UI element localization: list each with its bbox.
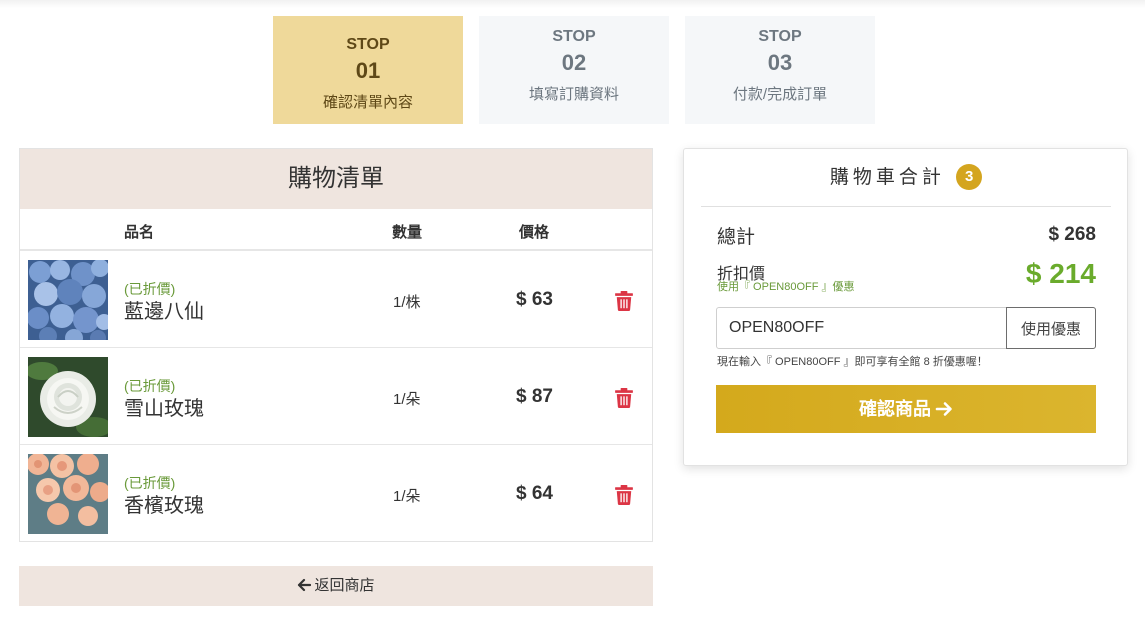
back-to-shop-button[interactable]: 返回商店	[19, 566, 653, 606]
step-text: 填寫訂購資料	[528, 86, 619, 103]
step-label: STOP	[758, 28, 802, 45]
cart-table-header: 品名 數量 價格	[20, 209, 652, 251]
confirm-label: 確認商品	[859, 399, 931, 419]
product-price: $ 63	[516, 289, 553, 310]
summary-title-text: 購物車合計	[829, 167, 945, 188]
total-label: 總計	[717, 227, 756, 248]
step-3: STOP 03 付款/完成訂單	[685, 16, 875, 124]
product-qty: 1/朵	[393, 488, 421, 505]
total-value: $ 268	[1048, 224, 1096, 245]
product-name: 雪山玫瑰	[124, 398, 204, 420]
arrow-right-icon	[935, 402, 952, 416]
white-rose-photo	[28, 357, 108, 437]
coupon-input[interactable]	[717, 308, 1006, 348]
cart-list: 購物清單 品名 數量 價格 (已折價) 藍邊八仙 1/株 $ 63 (已折價) …	[19, 148, 653, 542]
step-label: STOP	[346, 36, 390, 53]
summary-title: 購物車合計 3	[701, 149, 1111, 207]
apply-coupon-button[interactable]: 使用優惠	[1006, 307, 1096, 349]
coupon-hint: 現在輸入『 OPEN80OFF 』即可享有全館 8 折優惠喔！	[717, 356, 988, 368]
product-qty: 1/株	[393, 294, 421, 311]
step-number: 02	[561, 50, 587, 75]
cart-summary: 購物車合計 3 總計 $ 268 折扣價 使用『 OPEN80OFF 』優惠 $…	[683, 148, 1128, 466]
header-qty: 數量	[392, 224, 423, 241]
cart-count-badge: 3	[956, 164, 983, 190]
trash-icon[interactable]	[615, 388, 633, 408]
step-text: 付款/完成訂單	[732, 86, 828, 103]
cart-row: (已折價) 雪山玫瑰 1/朵 $ 87	[20, 348, 652, 445]
hydrangea-photo	[28, 260, 108, 340]
product-name: 藍邊八仙	[124, 301, 204, 323]
arrow-left-icon	[298, 578, 312, 592]
trash-icon[interactable]	[615, 485, 633, 505]
step-1: STOP 01 確認清單內容	[273, 16, 463, 124]
trash-icon[interactable]	[615, 291, 633, 311]
header-name: 品名	[124, 224, 155, 241]
product-price: $ 64	[516, 483, 553, 504]
step-number: 01	[355, 58, 381, 83]
cart-row: (已折價) 香檳玫瑰 1/朵 $ 64	[20, 445, 652, 542]
back-label: 返回商店	[314, 577, 375, 594]
top-shadow	[0, 0, 1145, 8]
step-label: STOP	[552, 28, 596, 45]
champagne-rose-photo	[28, 454, 108, 534]
step-number: 03	[767, 50, 793, 75]
product-qty: 1/朵	[393, 391, 421, 408]
discount-value: $ 214	[1025, 258, 1096, 289]
step-2: STOP 02 填寫訂購資料	[479, 16, 669, 124]
coupon-group: 使用優惠	[716, 307, 1096, 349]
header-price: 價格	[519, 224, 550, 241]
cart-title: 購物清單	[20, 149, 652, 209]
product-name: 香檳玫瑰	[124, 495, 204, 517]
confirm-products-button[interactable]: 確認商品	[716, 385, 1096, 433]
cart-row: (已折價) 藍邊八仙 1/株 $ 63	[20, 251, 652, 348]
product-price: $ 87	[516, 386, 553, 407]
discount-note: 使用『 OPEN80OFF 』優惠	[717, 281, 855, 293]
step-text: 確認清單內容	[322, 94, 413, 111]
